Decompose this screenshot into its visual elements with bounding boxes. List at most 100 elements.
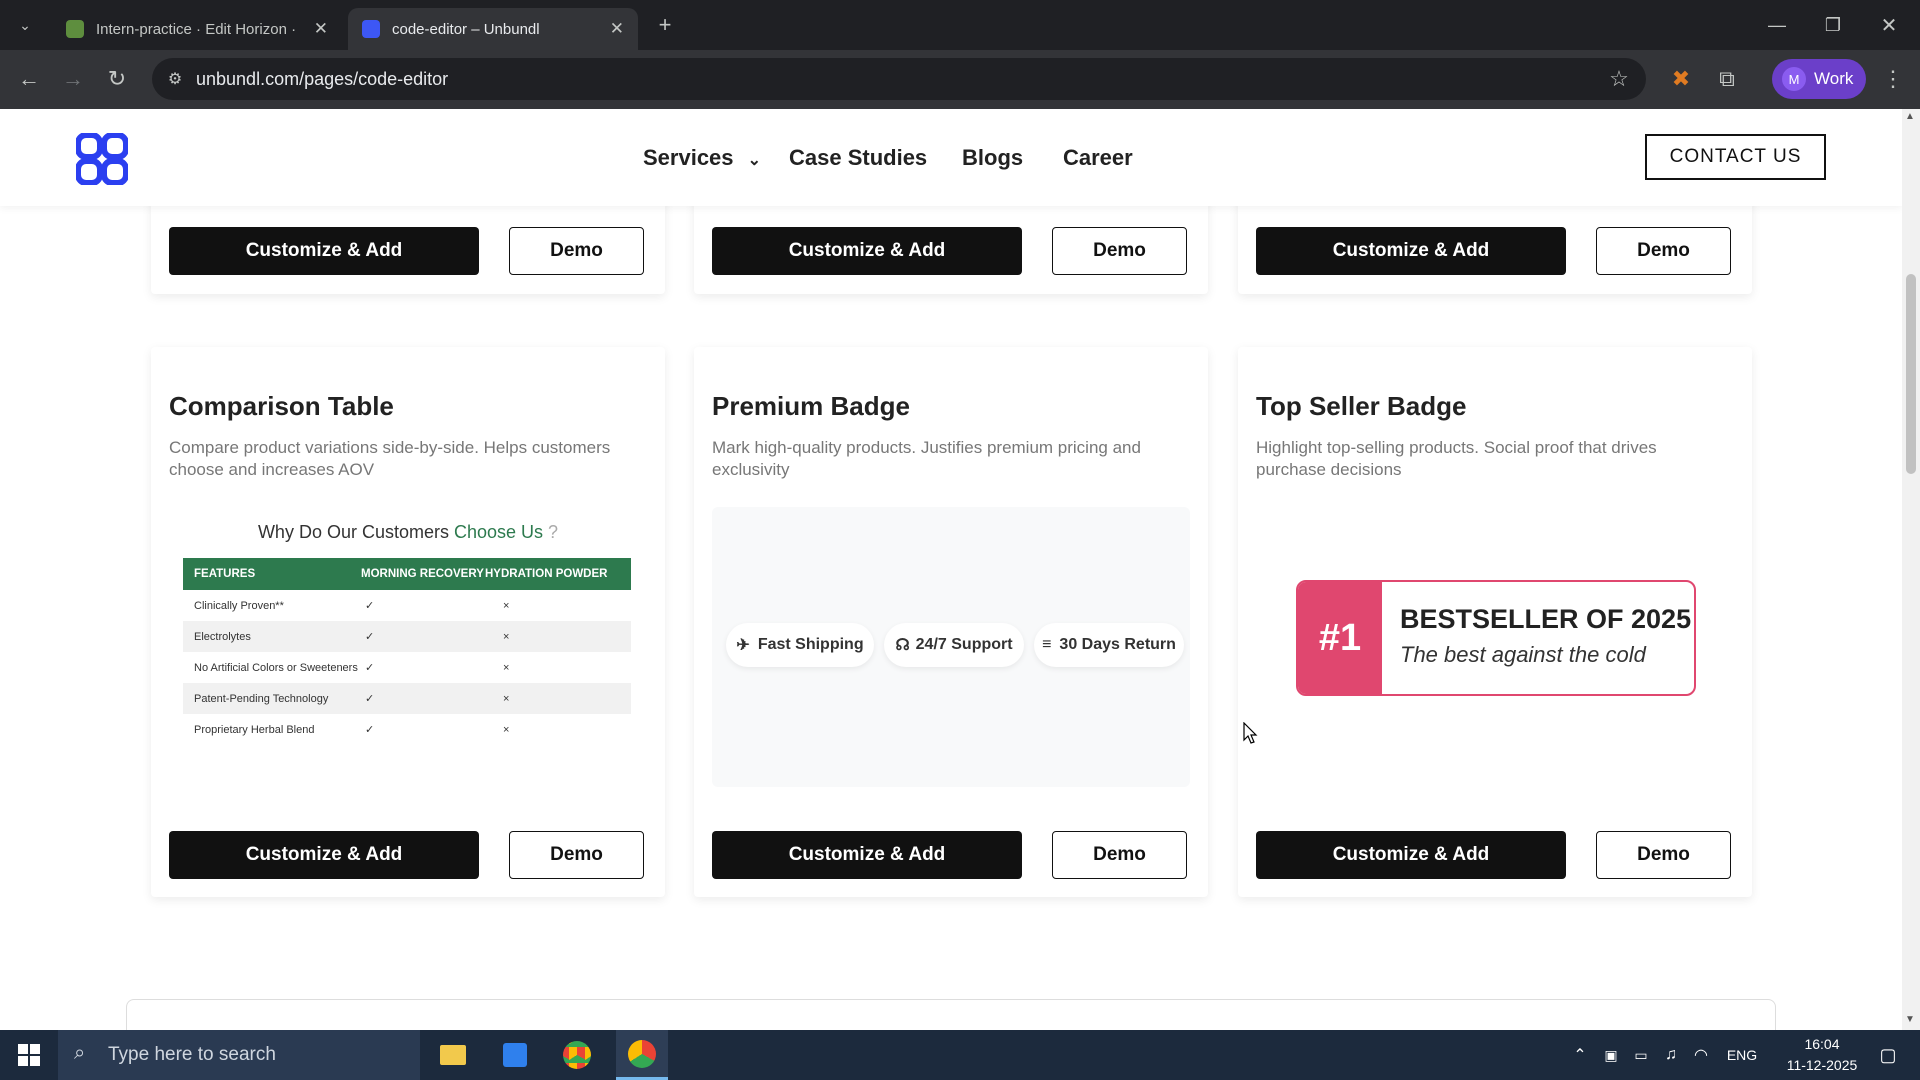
close-tab-icon[interactable]: ✕	[314, 19, 328, 39]
avatar: M	[1782, 67, 1806, 91]
check-icon: ✓	[365, 631, 375, 643]
customize-add-button[interactable]: Customize & Add	[169, 227, 479, 275]
table-heading: Why Do Our Customers Choose Us ?	[151, 522, 665, 543]
microsoft-store-icon[interactable]	[492, 1030, 538, 1080]
device-icon[interactable]: ▣	[1598, 1030, 1624, 1080]
shopify-icon	[66, 20, 84, 38]
card-comparison-table: Comparison Table Compare product variati…	[151, 347, 665, 897]
close-window-icon[interactable]: ✕	[1872, 8, 1906, 42]
check-icon: ✓	[365, 693, 375, 705]
customize-add-button[interactable]: Customize & Add	[1256, 227, 1566, 275]
premium-badge-preview: ✈ Fast Shipping ☊ 24/7 Support ≡ 30 Days…	[712, 507, 1190, 787]
tab-title: Intern-practice · Edit Horizon · S	[96, 20, 296, 38]
scroll-up-icon[interactable]: ▲	[1905, 111, 1915, 122]
cross-icon: ×	[503, 599, 510, 612]
table-cell: Electrolytes	[194, 630, 251, 643]
chevron-down-icon: ⌄	[747, 152, 762, 169]
notification-icon[interactable]: ▢	[1868, 1030, 1908, 1080]
badge-subline: The best against the cold	[1400, 642, 1646, 667]
card-title: Premium Badge	[712, 391, 910, 421]
table-header: FEATURES MORNING RECOVERY HYDRATION POWD…	[183, 558, 631, 590]
chrome-profile-icon[interactable]	[616, 1030, 668, 1080]
column-header: MORNING RECOVERY	[361, 568, 484, 580]
badge-pill-support: ☊ 24/7 Support	[884, 623, 1024, 667]
badge-pill-returns: ≡ 30 Days Return	[1034, 623, 1184, 667]
taskbar-search-input[interactable]: ⌕ Type here to search	[58, 1030, 420, 1080]
windows-logo	[18, 1044, 40, 1066]
demo-button[interactable]: Demo	[1052, 831, 1187, 879]
file-explorer-icon[interactable]	[430, 1030, 476, 1080]
badge-pill-fast-shipping: ✈ Fast Shipping	[726, 623, 874, 667]
restore-icon[interactable]: ❐	[1816, 8, 1850, 42]
customize-add-button[interactable]: Customize & Add	[1256, 831, 1566, 879]
demo-button[interactable]: Demo	[1596, 831, 1731, 879]
pill-label: 30 Days Return	[1059, 636, 1176, 653]
bookmark-star-icon[interactable]: ☆	[1606, 66, 1632, 92]
unbundl-logo[interactable]	[76, 133, 128, 185]
site-header: Services ⌄ Case Studies Blogs Career CON…	[0, 109, 1902, 206]
tab-code-editor[interactable]: code-editor – Unbundl ✕	[348, 8, 638, 50]
customize-add-button[interactable]: Customize & Add	[712, 831, 1022, 879]
table-cell: Proprietary Herbal Blend	[194, 723, 315, 736]
show-hidden-icons[interactable]: ⌃	[1568, 1030, 1592, 1080]
card-title: Top Seller Badge	[1256, 391, 1467, 421]
close-tab-icon[interactable]: ✕	[610, 19, 624, 39]
contact-us-button[interactable]: CONTACT US	[1645, 134, 1826, 180]
windows-start-icon[interactable]	[0, 1030, 58, 1080]
menu-kebab-icon[interactable]: ⋮	[1876, 62, 1910, 96]
url-text: unbundl.com/pages/code-editor	[196, 68, 449, 89]
card-title: Comparison Table	[169, 391, 394, 421]
forward-icon[interactable]: →	[56, 62, 90, 96]
clock-date: 11-12-2025	[1786, 1057, 1858, 1073]
chrome-icon[interactable]	[554, 1030, 600, 1080]
nav-blogs[interactable]: Blogs	[962, 145, 1023, 171]
table-row: Clinically Proven** ✓ ×	[183, 590, 631, 621]
next-section	[126, 999, 1776, 1030]
reload-icon[interactable]: ↻	[100, 62, 134, 96]
table-cell: Patent-Pending Technology	[194, 692, 329, 705]
new-tab-icon[interactable]: +	[650, 10, 680, 40]
address-bar-row: ← → ↻ ⚙ unbundl.com/pages/code-editor ☆ …	[0, 50, 1920, 109]
mouse-cursor-icon	[1243, 722, 1258, 744]
minimize-icon[interactable]: —	[1760, 8, 1794, 42]
volume-icon[interactable]: ♫	[1658, 1030, 1684, 1080]
language-indicator[interactable]: ENG	[1720, 1030, 1764, 1080]
scrollbar-thumb[interactable]	[1906, 274, 1916, 474]
demo-button[interactable]: Demo	[1052, 227, 1187, 275]
scroll-down-icon[interactable]: ▼	[1905, 1014, 1915, 1025]
wifi-icon[interactable]: ◠	[1688, 1030, 1714, 1080]
extensions-puzzle-icon[interactable]: ⧉	[1710, 62, 1744, 96]
search-placeholder: Type here to search	[108, 1044, 276, 1065]
demo-button[interactable]: Demo	[509, 227, 644, 275]
customize-add-button[interactable]: Customize & Add	[712, 227, 1022, 275]
demo-button[interactable]: Demo	[1596, 227, 1731, 275]
heading-highlight: Choose Us	[453, 522, 544, 542]
tab-intern-practice[interactable]: Intern-practice · Edit Horizon · S ✕	[52, 8, 342, 50]
demo-button[interactable]: Demo	[509, 831, 644, 879]
clock-time: 16:04	[1804, 1036, 1840, 1052]
customize-add-button[interactable]: Customize & Add	[169, 831, 479, 879]
site-info-icon[interactable]: ⚙	[164, 68, 186, 90]
back-icon[interactable]: ←	[12, 62, 46, 96]
cross-icon: ×	[503, 661, 510, 674]
battery-icon[interactable]: ▭	[1628, 1030, 1654, 1080]
extension-icon[interactable]: ✖	[1664, 62, 1698, 96]
table-cell: No Artificial Colors or Sweeteners	[194, 661, 358, 674]
nav-career[interactable]: Career	[1063, 145, 1133, 171]
url-input[interactable]: ⚙ unbundl.com/pages/code-editor ☆	[152, 58, 1646, 100]
check-icon: ✓	[365, 600, 375, 612]
page-scrollbar[interactable]: ▲ ▼	[1902, 109, 1920, 1030]
cross-icon: ×	[503, 723, 510, 736]
taskbar-clock[interactable]: 16:04 11-12-2025	[1774, 1034, 1870, 1076]
nav-services[interactable]: Services ⌄	[643, 145, 761, 171]
heading-prefix: Why Do Our Customers	[257, 522, 454, 542]
profile-button[interactable]: M Work	[1772, 59, 1866, 99]
search-icon: ⌕	[74, 1042, 86, 1064]
page-viewport: Services ⌄ Case Studies Blogs Career CON…	[0, 109, 1902, 1030]
card-top-seller-badge: Top Seller Badge Highlight top-selling p…	[1238, 347, 1752, 897]
rank-number: #1	[1298, 582, 1382, 694]
nav-case-studies[interactable]: Case Studies	[789, 145, 927, 171]
profile-label: Work	[1814, 69, 1854, 88]
table-cell: Clinically Proven**	[194, 599, 284, 612]
tab-search-icon[interactable]: ⌄	[12, 12, 38, 38]
